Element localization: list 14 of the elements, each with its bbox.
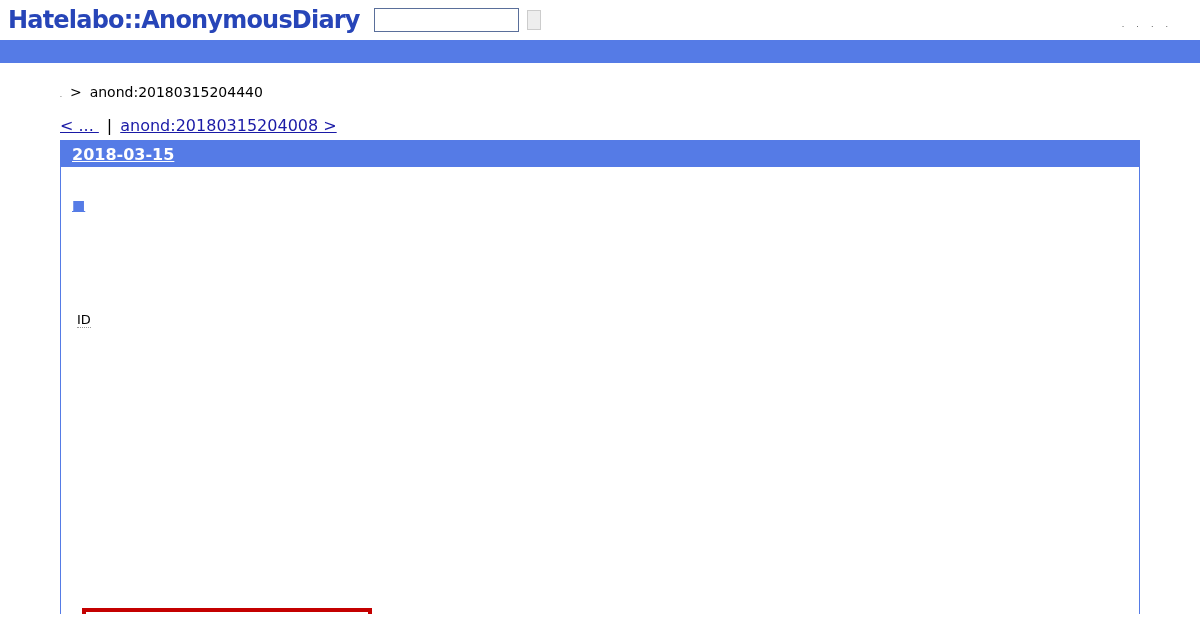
breadcrumb-separator: > [69, 84, 82, 100]
date-link[interactable]: 2018-03-15 [72, 144, 175, 164]
next-link[interactable]: anond:20180315204008 > [120, 116, 337, 135]
menu-link[interactable]: . [1136, 19, 1139, 29]
pager-divider: | [106, 116, 113, 135]
menu-link[interactable]: . [1165, 19, 1168, 29]
section-link[interactable]: ■ [72, 197, 86, 213]
menu-link[interactable]: . [1150, 19, 1154, 29]
id-label: ID [77, 312, 91, 328]
site-logo[interactable]: Hatelabo::AnonymousDiary [8, 6, 360, 34]
previous-link[interactable]: < ... [60, 116, 99, 135]
search-field[interactable] [373, 8, 519, 32]
breadcrumb-current: anond:20180315204440 [89, 84, 263, 100]
menu-link[interactable]: . [1121, 19, 1125, 29]
